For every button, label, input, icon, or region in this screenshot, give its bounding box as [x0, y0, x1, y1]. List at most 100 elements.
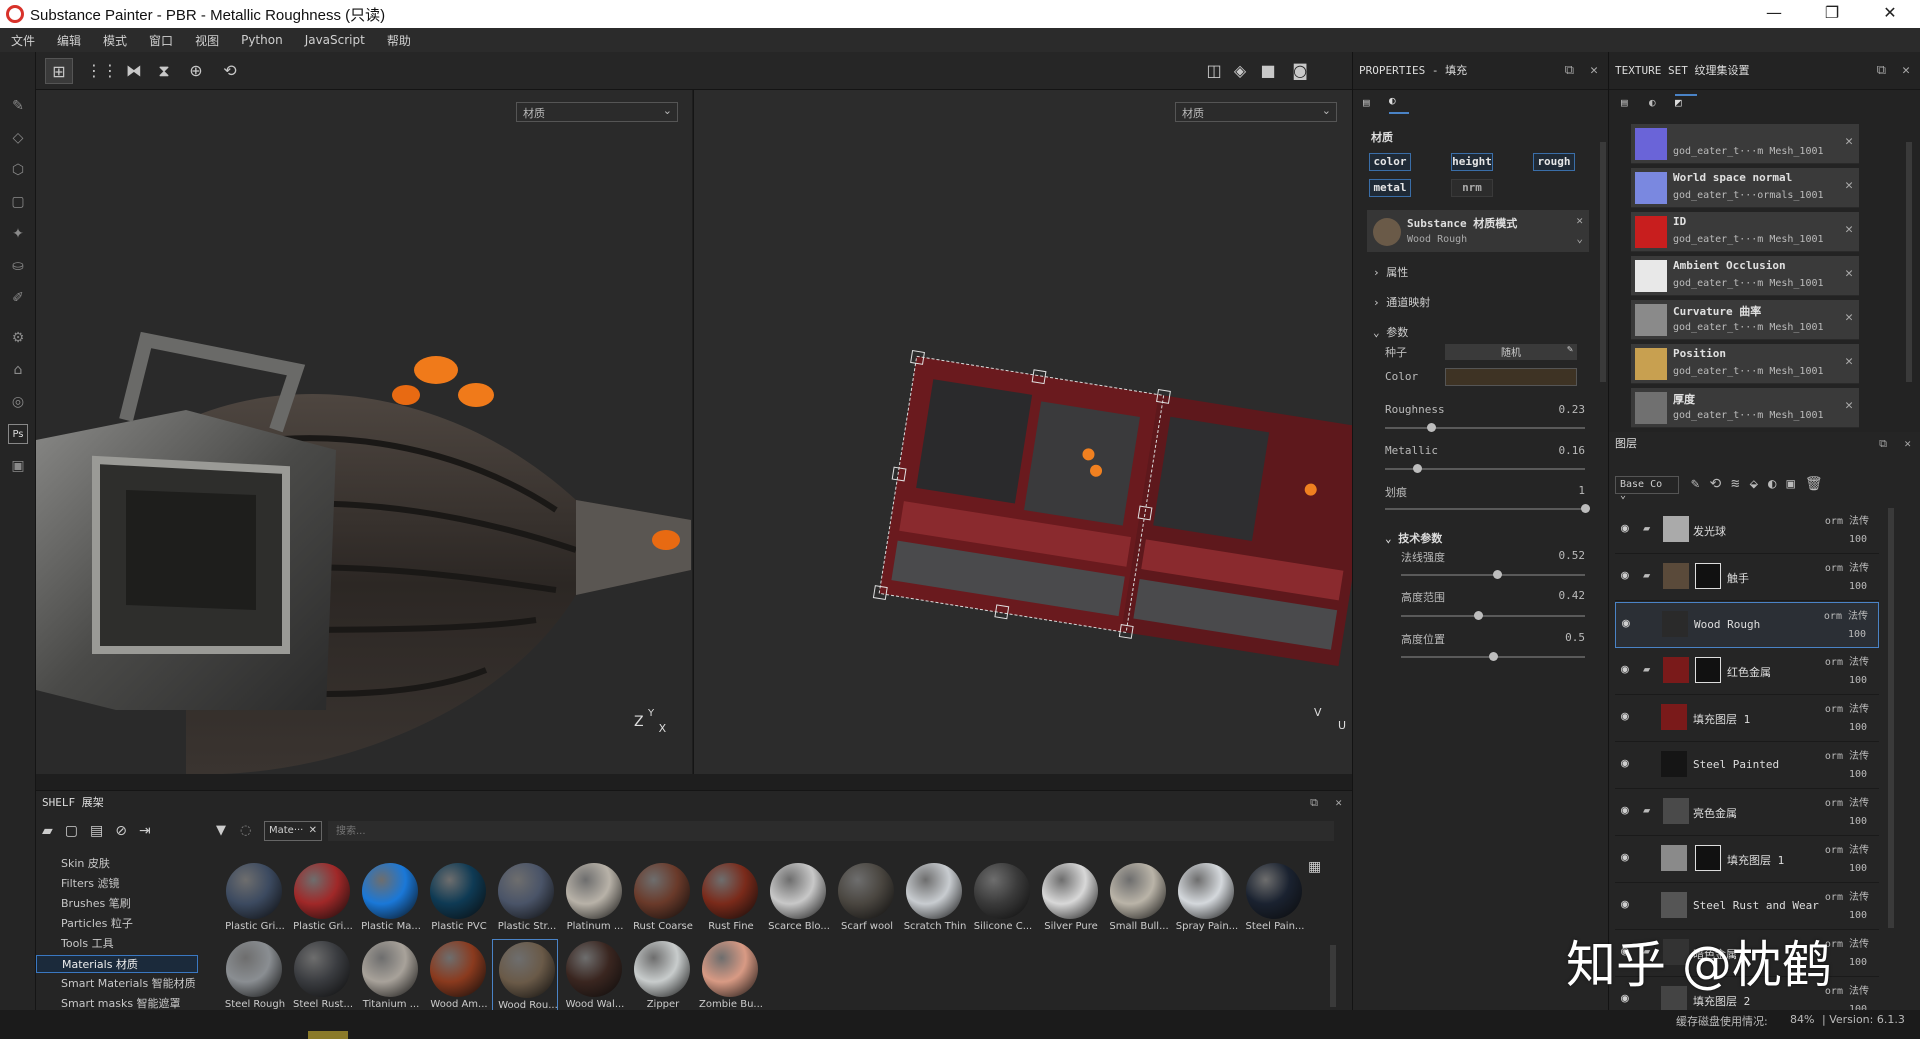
menu-window[interactable]: 窗口 — [138, 32, 184, 49]
close-panel-icon[interactable]: ✕ — [1904, 432, 1911, 456]
eye-icon[interactable]: ◉ — [1621, 803, 1629, 818]
mask-icon[interactable]: ◐ — [1768, 476, 1786, 492]
layer-blend-mode[interactable]: orm 法传 — [1825, 700, 1869, 715]
remove-map-icon[interactable]: ✕ — [1845, 398, 1853, 413]
shelf-category-item[interactable]: Tools 工具 — [61, 935, 114, 951]
3d-view-icon[interactable]: ◈ — [1226, 58, 1254, 84]
menu-javascript[interactable]: JavaScript — [294, 33, 376, 47]
remove-map-icon[interactable]: ✕ — [1845, 310, 1853, 325]
height-position-slider-knob[interactable] — [1489, 652, 1498, 661]
texture-set-scrollbar[interactable] — [1906, 142, 1912, 382]
shelf-category-item[interactable]: Particles 粒子 — [61, 915, 133, 931]
remove-map-icon[interactable]: ✕ — [1845, 178, 1853, 193]
geometry-mask-icon[interactable]: ▢ — [8, 192, 28, 212]
brush-layer-icon[interactable]: ✎ — [1691, 476, 1709, 492]
menu-edit[interactable]: 编辑 — [46, 32, 92, 49]
viewport-3d[interactable]: 材质 ⌄ Z Y X — [36, 90, 692, 774]
folder-icon[interactable]: ▰ — [42, 823, 65, 839]
layer-blend-mode[interactable]: orm 法传 — [1825, 653, 1869, 668]
eye-icon[interactable]: ◉ — [1621, 850, 1629, 865]
material-thumbnail[interactable]: Zipper — [628, 939, 694, 1017]
layer-opacity[interactable]: 100 — [1849, 675, 1867, 686]
add-icon[interactable]: ⊕ — [182, 58, 210, 84]
effect-icon[interactable]: ◎ — [8, 392, 28, 412]
layer-blend-mode[interactable]: orm 法传 — [1825, 794, 1869, 809]
material-thumbnail[interactable]: Spray Pain... — [1172, 861, 1238, 939]
eraser-icon[interactable]: ◇ — [8, 128, 28, 148]
layer-blend-mode[interactable]: orm 法传 — [1825, 747, 1869, 762]
shelf-category-item[interactable]: Skin 皮肤 — [61, 855, 110, 871]
eye-icon[interactable]: ◉ — [1621, 756, 1629, 771]
float-panel-icon[interactable]: ⧉ — [1877, 52, 1886, 90]
material-thumbnail[interactable]: Titanium ... — [356, 939, 422, 1017]
filter-icon[interactable]: ▼ — [216, 823, 226, 838]
eye-icon[interactable]: ◉ — [1621, 662, 1629, 677]
material-thumbnail[interactable]: Silver Pure — [1036, 861, 1102, 939]
shelf-search-input[interactable] — [328, 821, 1334, 841]
minimize-button[interactable]: — — [1746, 0, 1802, 28]
material-thumbnail[interactable]: Rust Fine — [696, 861, 762, 939]
shelf-category-item[interactable]: Filters 滤镜 — [61, 875, 119, 891]
channel-color-toggle[interactable]: color — [1369, 153, 1411, 171]
texture-map-item[interactable]: Curvature 曲率 god_eater_t···m Mesh_1001 ✕ — [1631, 300, 1859, 340]
height-position-slider[interactable] — [1401, 652, 1585, 661]
material-thumbnail[interactable]: Wood Wal... — [560, 939, 626, 1017]
normal-strength-slider-knob[interactable] — [1492, 570, 1502, 579]
remove-map-icon[interactable]: ✕ — [1845, 266, 1853, 281]
channel-rough-toggle[interactable]: rough — [1533, 153, 1575, 171]
remove-map-icon[interactable]: ✕ — [1845, 222, 1853, 237]
roughness-slider-knob[interactable] — [1427, 423, 1436, 432]
channel-height-toggle[interactable]: height — [1451, 153, 1493, 171]
material-tab-icon[interactable]: ◐ — [1389, 94, 1409, 114]
float-panel-icon[interactable]: ⧉ — [1565, 52, 1574, 90]
layer-opacity[interactable]: 100 — [1849, 957, 1867, 968]
close-button[interactable]: ✕ — [1862, 0, 1918, 28]
menu-mode[interactable]: 模式 — [92, 32, 138, 49]
screenshot-icon[interactable]: ◙ — [1286, 58, 1314, 84]
remove-map-icon[interactable]: ✕ — [1845, 134, 1853, 149]
chevron-down-icon[interactable]: ⌄ — [1576, 232, 1583, 245]
properties-scrollbar[interactable] — [1600, 142, 1606, 382]
smudge-icon[interactable]: ✦ — [8, 224, 28, 244]
export-icon[interactable]: ▣ — [8, 456, 28, 476]
restore-button[interactable]: ❐ — [1804, 0, 1860, 28]
eye-icon[interactable]: ◉ — [1621, 897, 1629, 912]
layer-row[interactable]: ◉ ▰ 亮色金属 orm 法传 100 — [1615, 790, 1879, 836]
filter-tag[interactable]: Mate··· ✕ — [264, 821, 322, 841]
delete-layer-icon[interactable]: 🗑 — [1805, 476, 1833, 492]
material-thumbnail[interactable]: Steel Rough — [220, 939, 286, 1017]
layer-row[interactable]: ◉ Steel Rust and Wear orm 法传 100 — [1615, 884, 1879, 930]
baking-tab-icon[interactable]: ◩ — [1675, 94, 1697, 116]
layer-blend-mode[interactable]: orm 法传 — [1825, 512, 1869, 527]
float-panel-icon[interactable]: ⧉ — [1310, 791, 1318, 815]
layer-row[interactable]: ◉ ▰ 红色金属 orm 法传 100 — [1615, 649, 1879, 695]
grid-mode-icon[interactable]: ⋮⋮ — [86, 58, 118, 84]
float-panel-icon[interactable]: ⧉ — [1879, 432, 1887, 456]
remove-material-icon[interactable]: ✕ — [1576, 214, 1583, 227]
photoshop-icon[interactable]: Ps — [8, 424, 28, 444]
texture-map-item[interactable]: Ambient Occlusion god_eater_t···m Mesh_10… — [1631, 256, 1859, 296]
layer-opacity[interactable]: 100 — [1849, 910, 1867, 921]
layer-blend-mode[interactable]: orm 法传 — [1824, 607, 1868, 622]
clone-stamp-icon[interactable]: ⛀ — [8, 256, 28, 276]
shelf-scrollbar[interactable] — [1330, 945, 1336, 1007]
layer-opacity[interactable]: 100 — [1849, 769, 1867, 780]
substance-material-slot[interactable]: Substance 材质模式 Wood Rough ✕ ⌄ — [1367, 210, 1589, 252]
layer-row[interactable]: ◉ Wood Rough orm 法传 100 — [1615, 602, 1879, 648]
paint-brush-icon[interactable]: ✎ — [8, 96, 28, 116]
layer-opacity[interactable]: 100 — [1849, 816, 1867, 827]
material-thumbnail[interactable]: Small Bull... — [1104, 861, 1170, 939]
layer-blend-mode[interactable]: orm 法传 — [1825, 559, 1869, 574]
layer-opacity[interactable]: 100 — [1849, 722, 1867, 733]
material-thumbnail[interactable]: Zombie Bu... — [696, 939, 763, 1017]
menu-view[interactable]: 视图 — [184, 32, 230, 49]
layer-row[interactable]: ◉ 填充图层 1 orm 法传 100 — [1615, 837, 1879, 883]
layer-channel-select[interactable]: Base Co ⌄ — [1615, 476, 1679, 501]
group-parameters[interactable]: ⌄ 参数 — [1373, 324, 1408, 340]
viewport-2d[interactable]: 材质 ⌄ V U — [693, 90, 1352, 774]
material-thumbnail[interactable]: Wood Am... — [424, 939, 490, 1017]
close-panel-icon[interactable]: ✕ — [1902, 52, 1910, 90]
layer-row[interactable]: ◉ Steel Painted orm 法传 100 — [1615, 743, 1879, 789]
color-picker-icon[interactable]: ✐ — [8, 288, 28, 308]
scratches-value[interactable]: 1 — [1578, 484, 1585, 497]
